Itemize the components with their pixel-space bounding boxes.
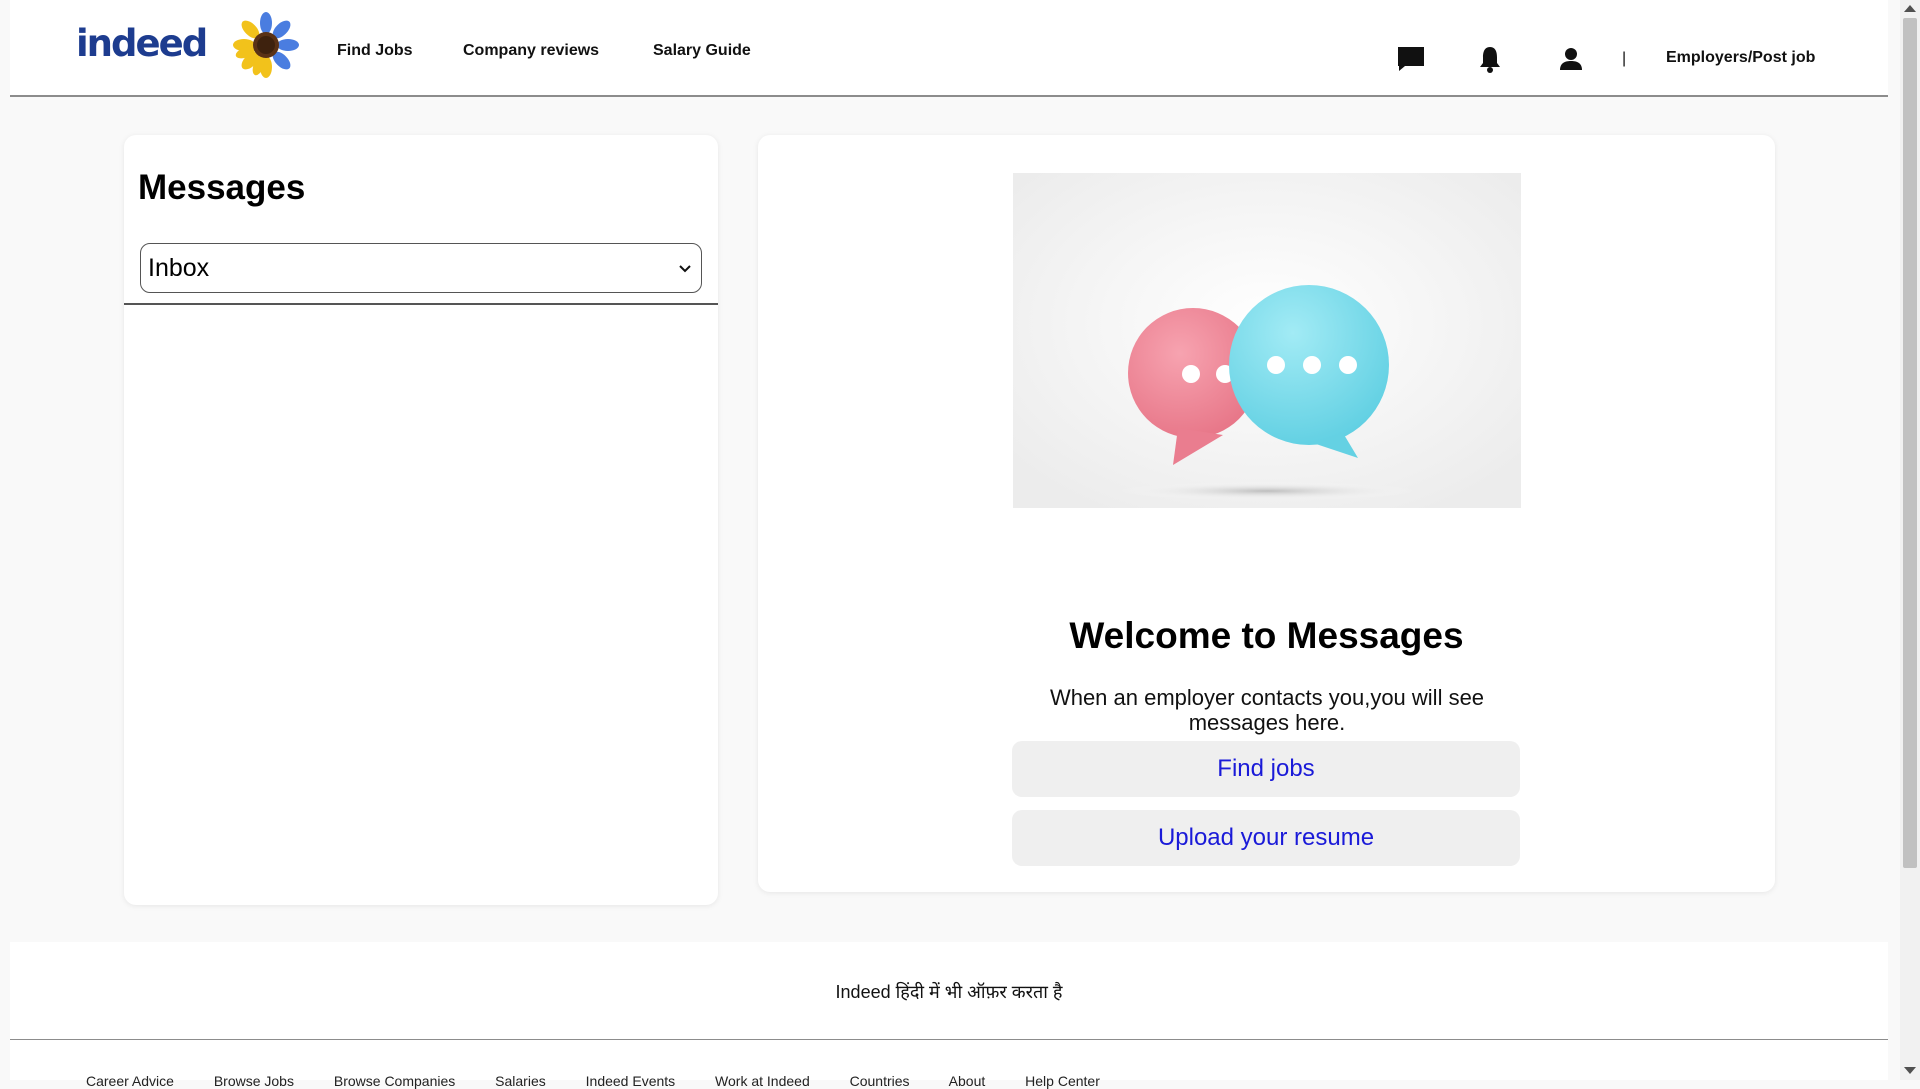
- messages-panel: Messages Inbox: [124, 135, 718, 905]
- upload-resume-button[interactable]: Upload your resume: [1012, 810, 1520, 866]
- footer-link[interactable]: About: [949, 1073, 986, 1089]
- welcome-panel: Welcome to Messages When an employer con…: [758, 135, 1775, 892]
- chat-bubbles-illustration: [1013, 173, 1521, 508]
- folder-select[interactable]: Inbox: [140, 243, 702, 293]
- footer-link[interactable]: Help Center: [1025, 1073, 1100, 1089]
- header-separator: |: [1622, 50, 1627, 67]
- scroll-down-icon[interactable]: [1904, 1067, 1916, 1074]
- chevron-down-icon: [679, 265, 691, 273]
- footer-link[interactable]: Career Advice: [86, 1073, 174, 1089]
- language-offer-link[interactable]: Indeed हिंदी में भी ऑफ़र करता है: [10, 980, 1888, 1004]
- chat-icon[interactable]: [1396, 44, 1426, 74]
- find-jobs-button[interactable]: Find jobs: [1012, 741, 1520, 797]
- folder-select-value: Inbox: [148, 254, 210, 282]
- nav-find-jobs[interactable]: Find Jobs: [337, 42, 413, 60]
- welcome-description: When an employer contacts you,you will s…: [1049, 685, 1485, 735]
- footer-link[interactable]: Work at Indeed: [715, 1073, 810, 1089]
- scroll-thumb[interactable]: [1903, 18, 1917, 868]
- nav-company-reviews[interactable]: Company reviews: [463, 42, 599, 60]
- messages-divider: [124, 303, 718, 305]
- footer-divider: [10, 1039, 1888, 1040]
- top-header: indeed Find Jobs Company reviews Salary …: [10, 0, 1888, 97]
- footer-link[interactable]: Indeed Events: [586, 1073, 676, 1089]
- messages-title: Messages: [138, 168, 306, 207]
- footer-link[interactable]: Salaries: [495, 1073, 546, 1089]
- footer-links: Career Advice Browse Jobs Browse Compani…: [86, 1073, 1136, 1089]
- employers-post-job-link[interactable]: Employers/Post job: [1666, 49, 1815, 67]
- indeed-logo[interactable]: indeed: [76, 22, 208, 65]
- nav-salary-guide[interactable]: Salary Guide: [653, 42, 751, 60]
- page-footer: Indeed हिंदी में भी ऑफ़र करता है Career …: [10, 942, 1888, 1089]
- person-icon[interactable]: [1556, 44, 1586, 74]
- footer-link[interactable]: Countries: [850, 1073, 910, 1089]
- page-scrollbar[interactable]: [1900, 0, 1920, 1080]
- footer-link[interactable]: Browse Jobs: [214, 1073, 294, 1089]
- footer-link[interactable]: Browse Companies: [334, 1073, 455, 1089]
- welcome-title: Welcome to Messages: [1069, 615, 1464, 656]
- sunflower-icon: [233, 12, 299, 78]
- scroll-up-icon[interactable]: [1904, 5, 1916, 12]
- bell-icon[interactable]: [1475, 44, 1505, 74]
